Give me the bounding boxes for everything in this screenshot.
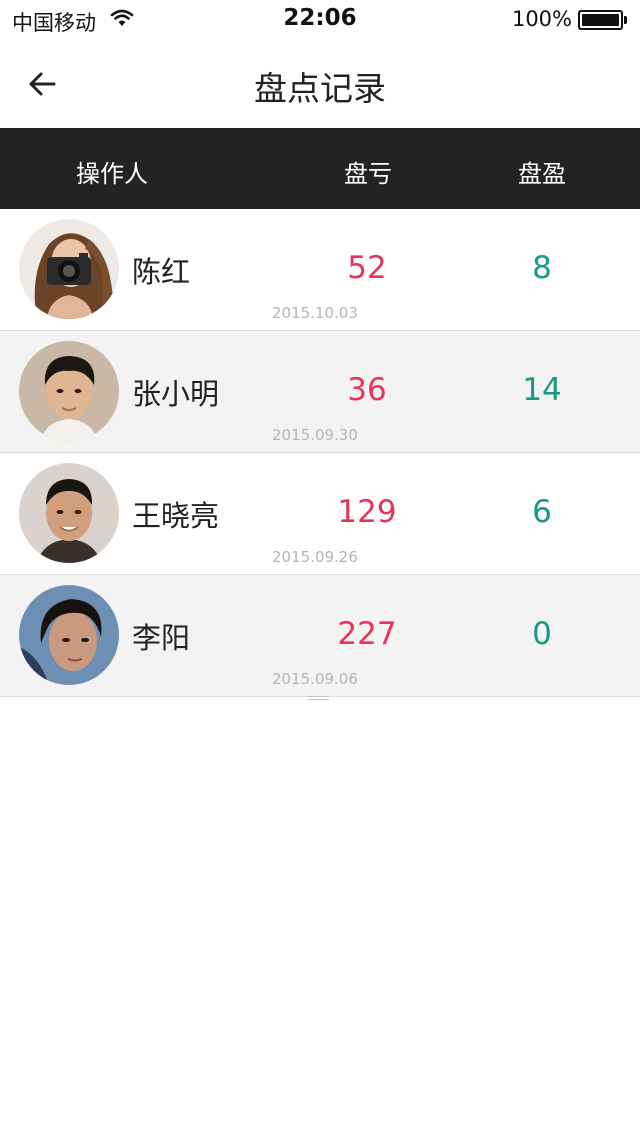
record-row[interactable]: 李阳 227 0 2015.09.06 xyxy=(0,575,640,697)
battery-icon xyxy=(578,10,628,30)
nav-bar: 盘点记录 xyxy=(0,40,640,128)
gain-value: 14 xyxy=(522,372,562,408)
record-date: 2015.09.06 xyxy=(272,670,358,688)
gain-value: 8 xyxy=(532,250,552,286)
record-date: 2015.10.03 xyxy=(272,304,358,322)
status-bar: 中国移动 22:06 100% xyxy=(0,0,640,40)
gain-value: 0 xyxy=(532,616,552,652)
battery-percentage: 100% xyxy=(511,7,572,31)
gain-value: 6 xyxy=(532,494,552,530)
drag-handle[interactable] xyxy=(307,696,329,702)
record-date: 2015.09.30 xyxy=(272,426,358,444)
record-date: 2015.09.26 xyxy=(272,548,358,566)
table-header: 操作人 盘亏 盘盈 xyxy=(0,128,640,209)
record-row[interactable]: 张小明 36 14 2015.09.30 xyxy=(0,331,640,453)
record-row[interactable]: 陈红 52 8 2015.10.03 xyxy=(0,209,640,331)
column-header-gain: 盘盈 xyxy=(518,160,566,188)
page-title: 盘点记录 xyxy=(254,69,386,108)
record-row[interactable]: 王晓亮 129 6 2015.09.26 xyxy=(0,453,640,575)
record-list: 陈红 52 8 2015.10.03 张小明 36 14 2015.09.30 xyxy=(0,209,640,697)
